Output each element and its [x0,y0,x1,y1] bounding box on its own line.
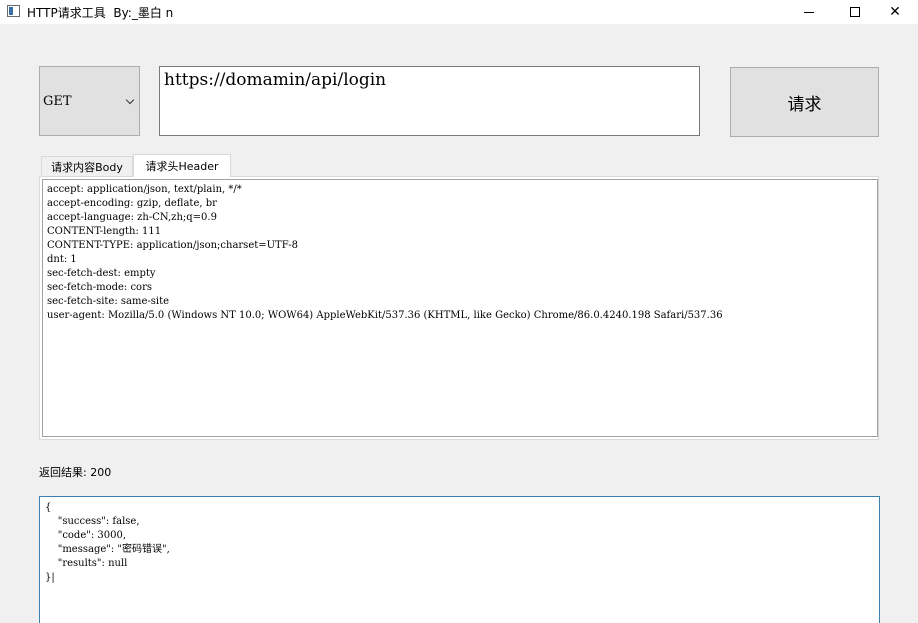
close-button[interactable]: ✕ [872,0,918,24]
window-title: HTTP请求工具 By:_墨白 n [27,6,174,20]
result-textarea[interactable]: { "success": false, "code": 3000, "messa… [39,496,880,623]
request-button[interactable]: 请求 [730,67,879,137]
close-icon: ✕ [889,4,901,20]
app-icon [7,5,20,17]
chevron-down-icon [125,95,135,105]
tab-body[interactable]: 请求内容Body [41,156,133,177]
result-status-label: 返回结果: 200 [39,466,112,479]
headers-textarea[interactable]: accept: application/json, text/plain, */… [42,179,878,437]
minimize-icon [804,11,814,13]
header-tab-panel: accept: application/json, text/plain, */… [39,176,879,440]
url-input[interactable]: https://domamin/api/login [159,66,700,136]
title-bar: HTTP请求工具 By:_墨白 n ✕ [0,0,918,24]
method-select[interactable]: GET [39,66,140,136]
minimize-button[interactable] [786,0,832,24]
maximize-icon [850,7,860,17]
method-value: GET [43,93,72,109]
tab-header[interactable]: 请求头Header [133,154,231,177]
